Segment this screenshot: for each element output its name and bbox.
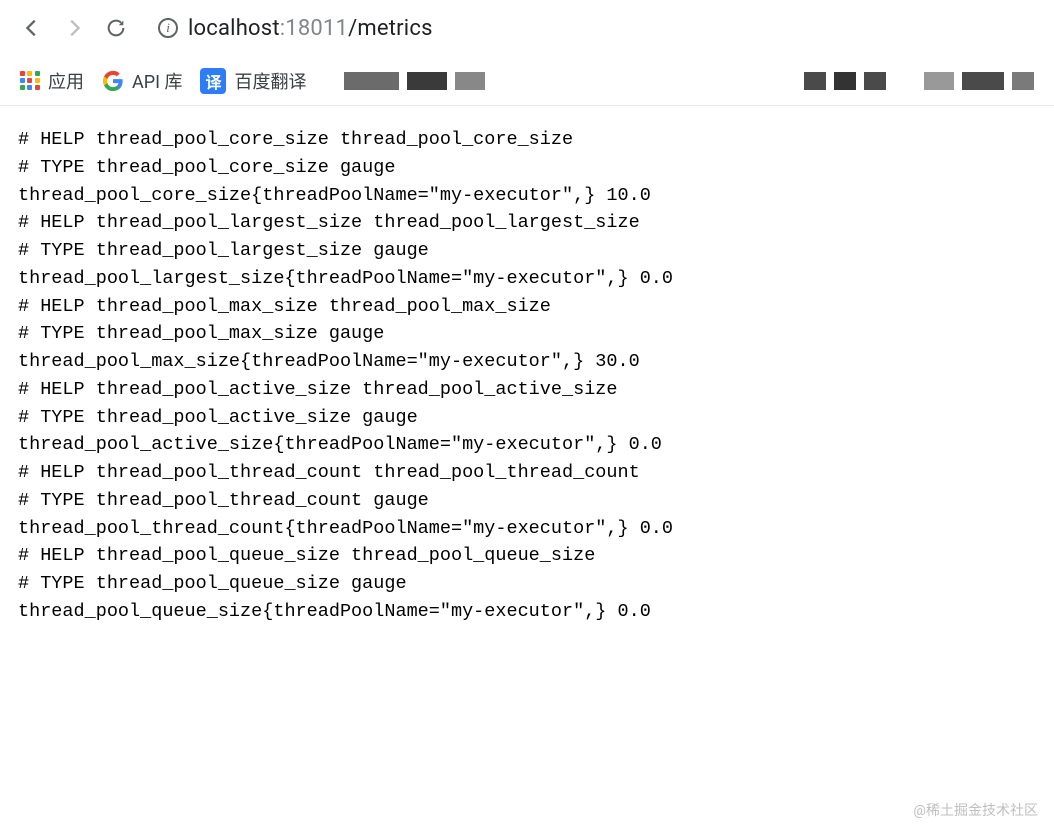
- bookmarks-bar: 应用 API 库 译 百度翻译: [0, 56, 1054, 106]
- url-port: :18011: [280, 16, 348, 41]
- apps-shortcut[interactable]: 应用: [20, 68, 84, 94]
- back-button[interactable]: [20, 16, 44, 40]
- redacted-bookmarks: [344, 72, 485, 90]
- url-host: localhost: [188, 16, 280, 41]
- google-icon: [102, 70, 124, 92]
- bookmark-api-lib[interactable]: API 库: [102, 68, 182, 94]
- redacted-bookmarks-2: [804, 72, 1034, 90]
- translate-icon: 译: [200, 68, 226, 94]
- forward-button[interactable]: [62, 16, 86, 40]
- address-bar[interactable]: i localhost:18011/metrics: [158, 16, 433, 41]
- url-path: /metrics: [348, 16, 433, 41]
- url-display: localhost:18011/metrics: [188, 16, 433, 41]
- metrics-output: # HELP thread_pool_core_size thread_pool…: [0, 106, 1054, 646]
- reload-button[interactable]: [104, 16, 128, 40]
- site-info-icon[interactable]: i: [158, 18, 178, 38]
- browser-toolbar: i localhost:18011/metrics: [0, 0, 1054, 56]
- watermark: @稀土掘金技术社区: [913, 800, 1038, 820]
- bookmark-label: 百度翻译: [234, 68, 306, 94]
- bookmark-baidu-translate[interactable]: 译 百度翻译: [200, 68, 306, 94]
- bookmark-label: API 库: [132, 68, 182, 94]
- apps-label: 应用: [48, 68, 84, 94]
- apps-icon: [20, 71, 40, 91]
